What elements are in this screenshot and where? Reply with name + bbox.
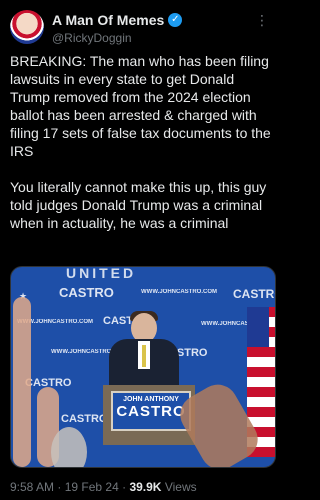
crowd-head xyxy=(51,427,87,467)
tweet-text: BREAKING: The man who has been filing la… xyxy=(10,53,271,231)
speaker-tie xyxy=(142,345,146,367)
author-name-row: A Man Of Memes ✓ xyxy=(52,12,183,28)
podium-sign-last-name: CASTRO xyxy=(116,403,186,420)
verified-badge-icon: ✓ xyxy=(168,13,183,27)
backdrop-banner-text: UNITED xyxy=(66,266,137,281)
author-display-name[interactable]: A Man Of Memes xyxy=(52,12,164,28)
podium-sign-first-name: JOHN ANTHONY xyxy=(123,396,179,403)
meta-separator: · xyxy=(57,480,65,494)
crowd-raised-hand xyxy=(13,297,31,467)
tweet-date[interactable]: 19 Feb 24 xyxy=(65,480,119,494)
views-label: Views xyxy=(164,480,197,494)
tweet-image[interactable]: UNITED ★ CASTRO WWW.JOHNCASTRO.COM CASTR… xyxy=(10,266,276,468)
backdrop-logo: CASTRO xyxy=(61,413,108,425)
more-options-icon[interactable]: ⋮ xyxy=(255,12,270,29)
tweet-time[interactable]: 9:58 AM xyxy=(10,480,54,494)
tweet-meta: 9:58 AM · 19 Feb 24 · 39.9K Views xyxy=(10,480,197,494)
american-flag-field xyxy=(247,307,269,347)
podium-sign: JOHN ANTHONY CASTRO xyxy=(111,391,191,431)
tweet-header: A Man Of Memes ✓ @RickyDoggin ⋮ xyxy=(10,10,274,46)
avatar[interactable] xyxy=(10,10,44,44)
author-handle[interactable]: @RickyDoggin xyxy=(52,31,132,45)
backdrop-logo: CASTRO xyxy=(59,285,114,300)
views-count: 39.9K xyxy=(129,480,162,494)
backdrop-url: WWW.JOHNCASTRO.COM xyxy=(141,289,217,295)
backdrop-logo: CASTRO xyxy=(233,287,275,301)
